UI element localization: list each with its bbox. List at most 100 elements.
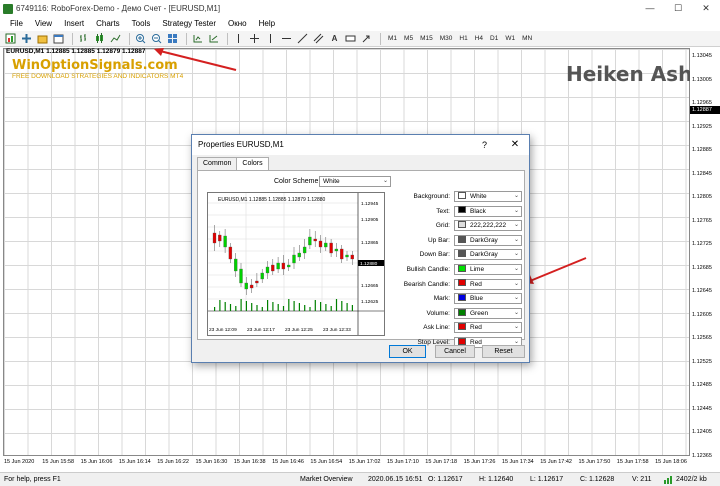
text-color-value: Black <box>470 207 486 215</box>
trendline-icon[interactable] <box>296 33 309 45</box>
profiles-icon[interactable] <box>20 33 33 45</box>
cancel-button[interactable]: Cancel <box>435 345 475 358</box>
text-color-select[interactable]: Black ⌄ <box>454 205 522 217</box>
menu-file[interactable]: File <box>4 17 29 31</box>
price-tick-label: 1.12605 <box>692 311 712 318</box>
channel-icon[interactable] <box>312 33 325 45</box>
time-axis[interactable]: 15 Jun 2020 15 Jun 15:58 15 Jun 16:06 15 Ju… <box>3 458 690 468</box>
text-icon[interactable]: A <box>328 33 341 45</box>
down-bar-color-select[interactable]: DarkGray ⌄ <box>454 249 522 261</box>
preview-price-marker: 1.12880 <box>360 261 378 267</box>
preview-time-tick: 23 Jun 12:09 <box>209 327 237 333</box>
price-tick-label: 1.12405 <box>692 429 712 435</box>
preview-volume-bar <box>267 300 269 311</box>
horizontal-line-icon[interactable] <box>280 33 293 45</box>
preview-candle <box>345 254 349 258</box>
timeframe-w1[interactable]: W1 <box>502 33 518 45</box>
chevron-down-icon: ⌄ <box>513 309 519 316</box>
chevron-down-icon: ⌄ <box>513 266 519 272</box>
arrows-icon[interactable] <box>360 33 373 45</box>
dialog-close-button[interactable]: ✕ <box>501 135 529 155</box>
mark-color-select[interactable]: Blue ⌄ <box>454 293 522 305</box>
tile-windows-icon[interactable] <box>166 33 179 45</box>
preview-price-tick: 1.12905 <box>361 217 379 223</box>
color-swatch <box>458 293 466 301</box>
menu-tools[interactable]: Tools <box>126 17 157 31</box>
bullish-candle-color-select[interactable]: Lime ⌄ <box>454 264 522 275</box>
up-bar-label: Up Bar: <box>427 236 450 244</box>
chart-shift-icon[interactable] <box>191 33 204 45</box>
navigator-icon[interactable] <box>52 33 65 45</box>
price-tick-label: 1.13045 <box>692 53 712 59</box>
connection-icon <box>664 473 674 486</box>
grid-color-select[interactable]: 222,222,222 ⌄ <box>454 220 522 232</box>
chevron-down-icon: ⌄ <box>513 222 519 229</box>
window-titlebar: 6749116: RoboForex-Demo - Демо Счет - [E… <box>0 0 720 17</box>
timeframe-m15[interactable]: M15 <box>417 33 436 45</box>
volume-color-select[interactable]: Green ⌄ <box>454 307 522 319</box>
close-button[interactable]: ✕ <box>692 0 720 17</box>
time-tick-label: 15 Jun 16:38 <box>233 459 266 465</box>
dialog-help-button[interactable]: ? <box>482 135 487 155</box>
menu-help[interactable]: Help <box>253 17 281 31</box>
color-scheme-select[interactable]: White ⌄ <box>319 176 391 187</box>
market-watch-icon[interactable] <box>36 33 49 45</box>
dialog-tabs: Common Colors <box>197 157 269 170</box>
preview-candle <box>239 268 243 284</box>
timeframe-h1[interactable]: H1 <box>456 33 470 45</box>
price-tick-label: 1.12765 <box>692 217 712 224</box>
zoom-out-icon[interactable] <box>150 33 163 45</box>
volume-label: Volume: <box>426 309 451 317</box>
time-tick-label: 15 Jun 17:18 <box>425 459 458 465</box>
bearish-candle-color-select[interactable]: Red ⌄ <box>454 278 522 290</box>
crosshair-icon[interactable] <box>248 33 261 45</box>
autoscroll-icon[interactable] <box>207 33 220 45</box>
menu-insert[interactable]: Insert <box>58 17 90 31</box>
menu-view[interactable]: View <box>29 17 58 31</box>
price-tick-label: 1.12925 <box>692 123 712 130</box>
new-chart-icon[interactable] <box>4 33 17 45</box>
status-profile: Market Overview <box>300 476 353 483</box>
ask-line-label: Ask Line: <box>423 324 450 332</box>
window-title: 6749116: RoboForex-Demo - Демо Счет - [E… <box>16 4 221 13</box>
tab-common[interactable]: Common <box>197 157 238 170</box>
timeframe-m30[interactable]: M30 <box>437 33 456 45</box>
minimize-button[interactable]: — <box>636 0 664 17</box>
preview-candle <box>324 242 328 248</box>
preview-candle <box>276 262 280 270</box>
menu-charts[interactable]: Charts <box>90 17 126 31</box>
menu-window[interactable]: Окно <box>222 17 253 31</box>
cursor-icon[interactable] <box>232 33 245 45</box>
bar-chart-icon[interactable] <box>77 33 90 45</box>
reset-button[interactable]: Reset <box>482 345 525 358</box>
preview-volume-bar <box>320 302 322 311</box>
timeframe-m1[interactable]: M1 <box>385 33 400 45</box>
color-scheme-value: White <box>323 178 340 185</box>
preview-volume-bar <box>235 306 237 311</box>
vertical-line-icon[interactable] <box>264 33 277 45</box>
up-bar-color-value: DarkGray <box>470 236 498 244</box>
bullish-candle-label: Bullish Candle: <box>406 266 450 273</box>
background-color-select[interactable]: White ⌄ <box>454 191 522 202</box>
line-chart-icon[interactable] <box>109 33 122 45</box>
tab-colors[interactable]: Colors <box>236 157 269 170</box>
up-bar-color-select[interactable]: DarkGray ⌄ <box>454 234 522 246</box>
status-close: C: 1.12628 <box>580 476 615 483</box>
brand-subtitle: FREE DOWNLOAD STRATEGIES AND INDICATORS … <box>12 73 184 80</box>
ask-line-color-select[interactable]: Red ⌄ <box>454 322 522 334</box>
timeframe-mn[interactable]: MN <box>519 33 535 45</box>
maximize-button[interactable]: ☐ <box>664 0 692 17</box>
menu-strategy-tester[interactable]: Strategy Tester <box>156 17 222 31</box>
candlestick-icon[interactable] <box>93 33 106 45</box>
timeframe-m5[interactable]: M5 <box>401 33 416 45</box>
zoom-in-icon[interactable] <box>134 33 147 45</box>
preview-chart-canvas: EURUSD,M1 1.12885 1.12885 1.12879 1.1288… <box>208 193 384 335</box>
ok-button[interactable]: OK <box>389 345 426 358</box>
timeframe-d1[interactable]: D1 <box>487 33 501 45</box>
color-swatch <box>458 250 466 258</box>
bearish-candle-color-value: Red <box>470 280 482 288</box>
time-tick-label: 15 Jun 17:34 <box>501 459 534 465</box>
label-icon[interactable] <box>344 33 357 45</box>
toolbar-separator <box>380 32 381 45</box>
timeframe-h4[interactable]: H4 <box>472 33 486 45</box>
